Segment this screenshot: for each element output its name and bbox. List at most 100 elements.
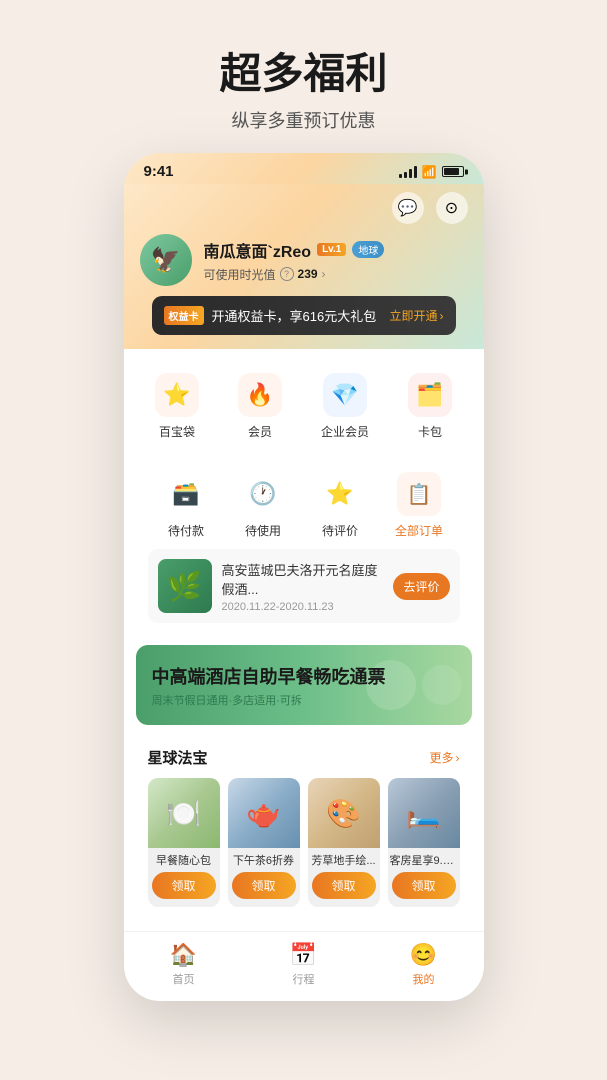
home-icon: 🏠 xyxy=(170,942,197,968)
promo-arrow-icon: › xyxy=(440,309,444,323)
tea-label: 下午茶6折券 xyxy=(228,848,300,872)
baibao-label: 百宝袋 xyxy=(159,423,195,440)
enterprise-label: 企业会员 xyxy=(321,423,369,440)
quick-menu: ⭐ 百宝袋 🔥 会员 💎 企业会员 🗂️ 卡包 xyxy=(136,359,472,450)
green-banner-title: 中高端酒店自助早餐畅吃通票 xyxy=(152,663,386,689)
breakfast-btn-wrap: 领取 xyxy=(148,872,220,907)
menu-item-enterprise[interactable]: 💎 企业会员 xyxy=(321,373,369,440)
tool-card-tea[interactable]: 🫖 下午茶6折券 领取 xyxy=(228,778,300,907)
nav-item-home[interactable]: 🏠 首页 xyxy=(170,942,197,987)
review-button[interactable]: 去评价 xyxy=(393,573,449,600)
pending-review-label: 待评价 xyxy=(322,522,358,539)
top-actions: 💬 ⊙ xyxy=(140,192,468,224)
green-banner-subtitle: 周末节假日通用·多店适用·可拆 xyxy=(152,692,386,708)
room-thumbnail: 🛏️ xyxy=(388,778,460,848)
signal-icon xyxy=(399,166,417,178)
promo-text: 开通权益卡，享616元大礼包 xyxy=(212,306,377,325)
all-orders-icon: 📋 xyxy=(397,472,441,516)
points-value: 239 xyxy=(298,267,318,281)
menu-item-card[interactable]: 🗂️ 卡包 xyxy=(408,373,452,440)
painting-claim-button[interactable]: 领取 xyxy=(312,872,376,899)
scan-icon: ⊙ xyxy=(445,198,458,218)
scan-button[interactable]: ⊙ xyxy=(436,192,468,224)
promo-banner[interactable]: 权益卡 开通权益卡，享616元大礼包 立即开通 › xyxy=(152,296,456,335)
info-icon[interactable]: ? xyxy=(280,267,294,281)
promo-action-button[interactable]: 立即开通 › xyxy=(389,307,443,324)
review-thumb: 🌿 xyxy=(158,559,212,613)
member-icon: 🔥 xyxy=(238,373,282,417)
room-label: 客房星享9.5折 xyxy=(388,848,460,872)
message-button[interactable]: 💬 xyxy=(392,192,424,224)
room-btn-wrap: 领取 xyxy=(388,872,460,907)
avatar[interactable]: 🦅 xyxy=(140,234,192,286)
pending-pay-label: 待付款 xyxy=(168,522,204,539)
more-label: 更多 xyxy=(429,749,453,766)
review-content: 高安蓝城巴夫洛开元名庭度假酒... 2020.11.22-2020.11.23 xyxy=(222,560,384,613)
page-header: 超多福利 纵享多重预订优惠 xyxy=(219,0,387,153)
nav-item-itinerary[interactable]: 📅 行程 xyxy=(290,942,317,987)
room-claim-button[interactable]: 领取 xyxy=(392,872,456,899)
profile-row: 🦅 南瓜意面`zReo Lv.1 地球 可使用时光值 ? 239 › xyxy=(140,234,468,286)
profile-name-row: 南瓜意面`zReo Lv.1 地球 xyxy=(204,238,468,262)
wifi-icon: 📶 xyxy=(422,165,437,179)
member-label: 会员 xyxy=(248,423,272,440)
card-icon: 🗂️ xyxy=(408,373,452,417)
more-arrow-icon: › xyxy=(456,751,460,765)
promo-tag: 权益卡 xyxy=(164,306,204,325)
phone-mockup: 9:41 📶 💬 ⊙ 🦅 xyxy=(124,153,484,1001)
pending-use-label: 待使用 xyxy=(245,522,281,539)
page-subtitle: 纵享多重预订优惠 xyxy=(219,107,387,133)
profile-name: 南瓜意面`zReo xyxy=(204,238,312,262)
more-button[interactable]: 更多 › xyxy=(429,749,459,766)
orders-grid: 🗃️ 待付款 🕐 待使用 ⭐ 待评价 📋 全部订单 xyxy=(148,472,460,539)
status-bar: 9:41 📶 xyxy=(124,153,484,184)
card-label: 卡包 xyxy=(418,423,442,440)
painting-label: 芳草地手绘... xyxy=(308,848,380,872)
menu-item-member[interactable]: 🔥 会员 xyxy=(238,373,282,440)
review-item[interactable]: 🌿 高安蓝城巴夫洛开元名庭度假酒... 2020.11.22-2020.11.2… xyxy=(148,549,460,623)
profile-section: 💬 ⊙ 🦅 南瓜意面`zReo Lv.1 地球 可使用时光值 ? 239 xyxy=(124,184,484,349)
orders-section: 🗃️ 待付款 🕐 待使用 ⭐ 待评价 📋 全部订单 🌿 xyxy=(136,460,472,635)
mine-label: 我的 xyxy=(413,971,435,987)
menu-item-baibao[interactable]: ⭐ 百宝袋 xyxy=(155,373,199,440)
baibao-icon: ⭐ xyxy=(155,373,199,417)
pending-review-icon: ⭐ xyxy=(318,472,362,516)
tools-grid: 🍽️ 早餐随心包 领取 🫖 下午茶6折券 领取 🎨 芳草地手绘... 领取 xyxy=(148,778,460,907)
review-title: 高安蓝城巴夫洛开元名庭度假酒... xyxy=(222,560,384,598)
earth-badge: 地球 xyxy=(352,241,384,258)
painting-thumbnail: 🎨 xyxy=(308,778,380,848)
tea-thumbnail: 🫖 xyxy=(228,778,300,848)
mine-icon: 😊 xyxy=(410,942,437,968)
status-time: 9:41 xyxy=(144,163,174,180)
order-pending-review[interactable]: ⭐ 待评价 xyxy=(318,472,362,539)
star-tools-section: 星球法宝 更多 › 🍽️ 早餐随心包 领取 🫖 下午茶6折券 领取 xyxy=(136,735,472,921)
arrow-icon: › xyxy=(322,267,326,281)
tool-card-painting[interactable]: 🎨 芳草地手绘... 领取 xyxy=(308,778,380,907)
bottom-nav: 🏠 首页 📅 行程 😊 我的 xyxy=(124,931,484,1001)
painting-btn-wrap: 领取 xyxy=(308,872,380,907)
level-badge: Lv.1 xyxy=(317,243,346,256)
order-pending-use[interactable]: 🕐 待使用 xyxy=(241,472,285,539)
order-pending-pay[interactable]: 🗃️ 待付款 xyxy=(164,472,208,539)
breakfast-label: 早餐随心包 xyxy=(148,848,220,872)
green-banner[interactable]: 中高端酒店自助早餐畅吃通票 周末节假日通用·多店适用·可拆 xyxy=(136,645,472,725)
itinerary-icon: 📅 xyxy=(290,942,317,968)
promo-action-label: 立即开通 xyxy=(389,307,437,324)
profile-info: 南瓜意面`zReo Lv.1 地球 可使用时光值 ? 239 › xyxy=(204,238,468,283)
breakfast-thumbnail: 🍽️ xyxy=(148,778,220,848)
enterprise-icon: 💎 xyxy=(323,373,367,417)
itinerary-label: 行程 xyxy=(293,971,315,987)
message-icon: 💬 xyxy=(398,198,418,218)
pending-use-icon: 🕐 xyxy=(241,472,285,516)
hotel-thumbnail-icon: 🌿 xyxy=(167,570,202,603)
tool-card-breakfast[interactable]: 🍽️ 早餐随心包 领取 xyxy=(148,778,220,907)
star-tools-header: 星球法宝 更多 › xyxy=(148,747,460,768)
nav-item-mine[interactable]: 😊 我的 xyxy=(410,942,437,987)
pending-pay-icon: 🗃️ xyxy=(164,472,208,516)
breakfast-claim-button[interactable]: 领取 xyxy=(152,872,216,899)
order-all[interactable]: 📋 全部订单 xyxy=(395,472,443,539)
avatar-image: 🦅 xyxy=(140,234,192,286)
tea-claim-button[interactable]: 领取 xyxy=(232,872,296,899)
tool-card-room[interactable]: 🛏️ 客房星享9.5折 领取 xyxy=(388,778,460,907)
review-date: 2020.11.22-2020.11.23 xyxy=(222,601,384,613)
